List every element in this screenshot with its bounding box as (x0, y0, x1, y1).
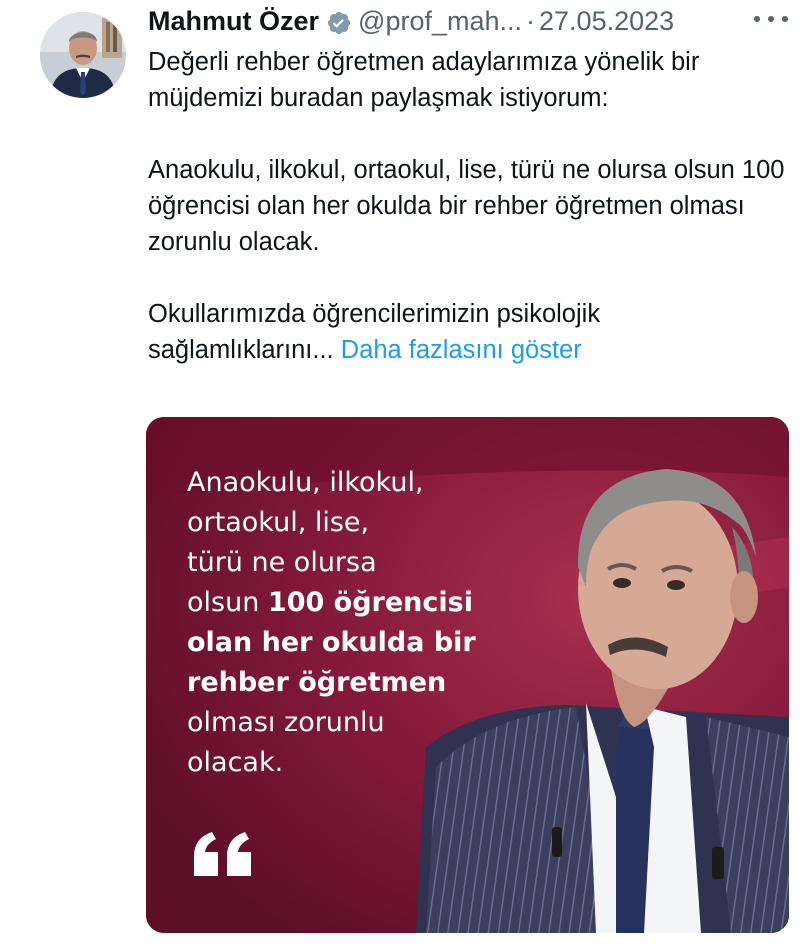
quote-line: olan her okulda bir (187, 627, 476, 658)
quote-line: olması zorunlu (187, 707, 385, 738)
author-handle[interactable]: @prof_mah... (358, 2, 522, 40)
quote-line: Anaokulu, ilkokul, (187, 467, 424, 498)
tweet-header: Mahmut Özer @prof_mah... · 27.05.2023 (148, 2, 674, 40)
avatar[interactable] (40, 12, 126, 98)
verified-badge-icon (326, 8, 352, 35)
tweet-paragraph: Anaokulu, ilkokul, ortaokul, lise, türü … (148, 156, 785, 256)
tweet-paragraph: Değerli rehber öğretmen adaylarımıza yön… (148, 48, 700, 112)
more-options-icon[interactable] (754, 6, 788, 32)
tweet-text: Değerli rehber öğretmen adaylarımıza yön… (148, 44, 788, 368)
quote-line: rehber öğretmen (187, 667, 447, 698)
quote-line: türü ne olursa (187, 547, 377, 578)
media-quote-text: Anaokulu, ilkokul, ortaokul, lise, türü … (187, 463, 547, 783)
quote-mark-icon (194, 832, 251, 876)
separator-dot: · (526, 6, 536, 36)
show-more-link[interactable]: Daha fazlasını göster (341, 336, 582, 364)
tweet[interactable]: Mahmut Özer @prof_mah... · 27.05.2023 De… (0, 0, 808, 950)
author-name[interactable]: Mahmut Özer (148, 2, 319, 40)
quote-line: ortaokul, lise, (187, 507, 370, 538)
quote-line: olacak. (187, 747, 284, 778)
quote-line: olsun 100 öğrencisi (187, 587, 473, 618)
bottom-edge (0, 938, 808, 950)
media-image[interactable]: Anaokulu, ilkokul, ortaokul, lise, türü … (146, 417, 789, 933)
tweet-date[interactable]: 27.05.2023 (539, 2, 674, 40)
tweet-paragraph-truncated: Okullarımızda öğrencilerimizin psikoloji… (148, 296, 788, 368)
